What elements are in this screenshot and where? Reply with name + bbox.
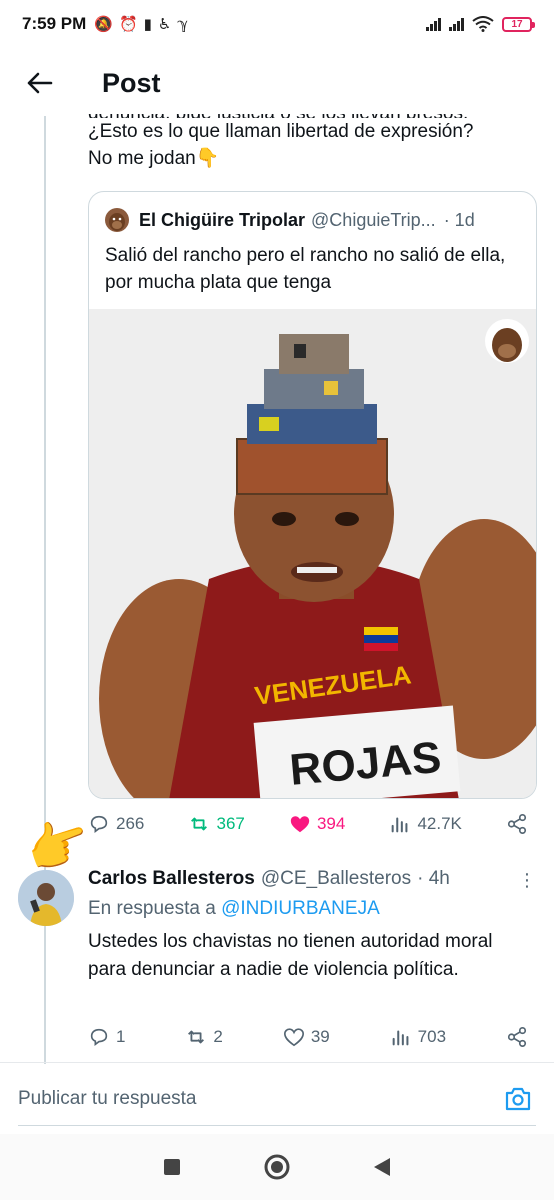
views-icon — [392, 1030, 409, 1046]
retweet-button[interactable]: 367 — [188, 813, 245, 835]
reply-action-bar: 1 2 39 703 — [88, 1026, 528, 1048]
reply-views-count: 703 — [417, 1027, 447, 1046]
quote-header: El Chigüire Tripolar @ChiguieTrip... · 1… — [105, 208, 525, 232]
reply-header: Carlos Ballesteros @CE_Ballesteros · 4h — [88, 868, 450, 890]
quote-text: Salió del rancho pero el rancho no salió… — [105, 245, 506, 293]
notifications-off-icon: 🔕 — [94, 16, 113, 33]
signal-icon — [426, 17, 441, 31]
reply-reply-count: 1 — [116, 1027, 126, 1046]
reply-to-line: En respuesta a @INDIURBANEJA — [88, 898, 380, 920]
battery-level: 17 — [511, 18, 523, 30]
views-icon — [392, 817, 408, 833]
previous-tweet-line-2: No me jodan👇 — [88, 148, 220, 169]
reply-count: 266 — [116, 814, 145, 833]
recents-button[interactable] — [152, 1147, 192, 1187]
like-count: 394 — [316, 814, 346, 833]
share-button[interactable] — [506, 813, 528, 835]
reply-to-prefix: En respuesta a — [88, 898, 216, 919]
camera-button[interactable] — [494, 1075, 542, 1123]
reply-button[interactable]: 266 — [88, 813, 144, 835]
system-nav-bar — [0, 1134, 554, 1200]
views-button[interactable]: 42.7K — [389, 813, 462, 835]
signal-2-icon — [449, 17, 464, 31]
reply-text: Ustedes los chavistas no tienen autorida… — [88, 931, 493, 980]
accessibility-icon: ♿ — [157, 16, 172, 33]
home-button[interactable] — [257, 1147, 297, 1187]
alarm-icon: ⏰ — [118, 16, 138, 33]
athlete-meme-image: VENEZUELA ROJAS — [89, 309, 536, 798]
reply-time: · 4h — [417, 868, 450, 889]
app-icon: ℽ — [177, 16, 189, 33]
status-notification-icons: 🔕 ⏰ ▮ ♿ ℽ — [94, 15, 188, 33]
square-icon — [164, 1159, 181, 1175]
previous-tweet-line-1: ¿Esto es lo que llaman libertad de expre… — [88, 121, 474, 142]
reply-views-button[interactable]: 703 — [390, 1026, 446, 1048]
reply-retweet-count: 2 — [213, 1027, 223, 1046]
reply-to-handle-link[interactable]: @INDIURBANEJA — [221, 898, 380, 919]
status-bar: 7:59 PM 🔕 ⏰ ▮ ♿ ℽ 17 — [0, 0, 554, 48]
triangle-back-icon — [373, 1158, 390, 1176]
retweet-count: 367 — [216, 814, 245, 833]
retweet-icon — [191, 817, 208, 831]
quote-time: · 1d — [443, 209, 475, 230]
capybara-avatar-icon — [109, 213, 125, 231]
heart-filled-icon — [290, 816, 310, 833]
arrow-left-icon — [27, 72, 53, 94]
retweet-icon — [188, 1030, 205, 1044]
composer-underline — [18, 1125, 536, 1126]
reply-input[interactable]: Publicar tu respuesta — [18, 1088, 494, 1110]
camera-icon — [505, 1087, 531, 1110]
quote-author-name: El Chigüire Tripolar — [139, 209, 306, 230]
sim-icon: ▮ — [143, 16, 152, 33]
reply-share-button[interactable] — [506, 1026, 528, 1048]
status-right: 17 — [426, 16, 535, 32]
heart-icon — [283, 1028, 304, 1047]
quote-author-handle: @ChiguieTrip... — [311, 209, 436, 230]
flag-icon — [364, 627, 398, 651]
top-bar: Post — [0, 52, 554, 114]
circle-icon — [264, 1154, 290, 1180]
reply-author-handle: @CE_Ballesteros — [260, 868, 412, 889]
views-count: 42.7K — [417, 814, 462, 833]
share-icon — [507, 1027, 527, 1047]
reply-retweet-button[interactable]: 2 — [185, 1026, 223, 1048]
reply-icon — [90, 815, 108, 833]
like-button[interactable]: 394 — [289, 813, 345, 835]
battery-icon: 17 — [502, 16, 535, 32]
page-title: Post — [102, 67, 161, 98]
quote-image[interactable]: VENEZUELA ROJAS — [89, 309, 536, 798]
reply-like-count: 39 — [310, 1027, 330, 1046]
reply-reply-button[interactable]: 1 — [88, 1026, 125, 1048]
back-nav-button[interactable] — [362, 1147, 402, 1187]
status-time: 7:59 PM — [22, 14, 87, 33]
pointing-hand-emoji: 👉 — [18, 808, 99, 884]
back-button[interactable] — [16, 59, 64, 107]
share-icon — [507, 814, 527, 834]
wifi-icon — [472, 16, 494, 32]
reply-composer: Publicar tu respuesta — [0, 1062, 554, 1134]
reply-author-name: Carlos Ballesteros — [88, 868, 255, 889]
main-action-bar: 266 367 394 42.7K — [88, 813, 528, 835]
quote-tweet-card[interactable]: El Chigüire Tripolar @ChiguieTrip... · 1… — [88, 191, 537, 799]
more-options-icon[interactable]: ⋮ — [518, 870, 536, 891]
reply-like-button[interactable]: 39 — [283, 1026, 330, 1048]
reply-icon — [90, 1028, 108, 1046]
quote-avatar — [105, 208, 129, 232]
